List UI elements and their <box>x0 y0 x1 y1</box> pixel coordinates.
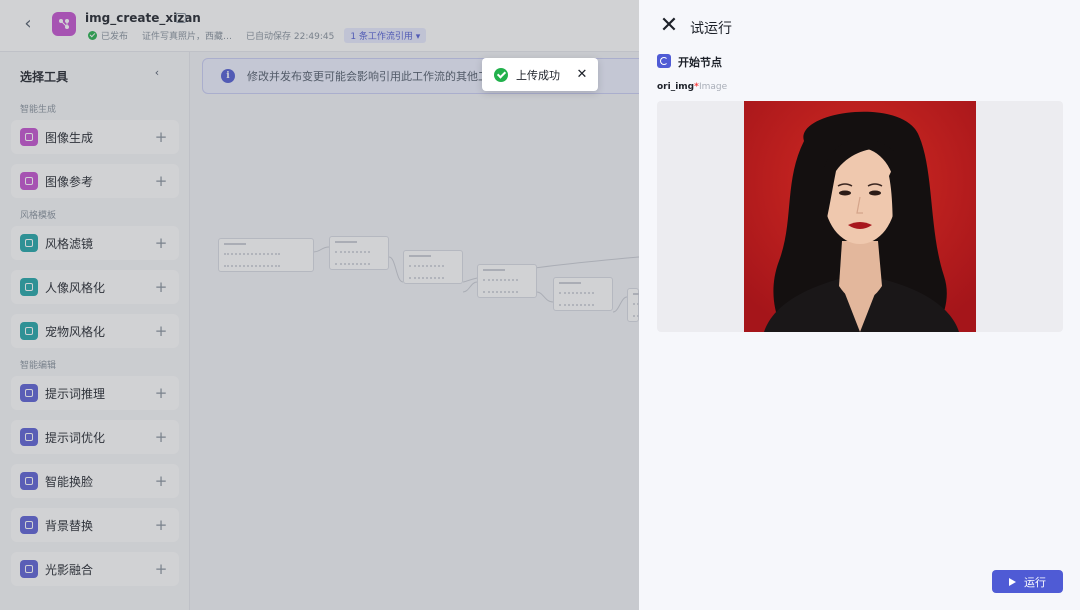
start-node-icon <box>657 54 671 68</box>
image-upload-preview[interactable] <box>657 101 1063 332</box>
close-icon[interactable]: ✕ <box>659 15 679 37</box>
modal-overlay[interactable] <box>0 0 639 610</box>
test-run-panel: ✕ 试运行 开始节点 ori_img* Image 运行 <box>639 0 1080 610</box>
panel-title: 试运行 <box>690 21 732 37</box>
play-icon <box>1009 577 1016 586</box>
start-node-label: 开始节点 <box>678 56 722 69</box>
run-button[interactable]: 运行 <box>992 570 1063 593</box>
field-type: Image <box>699 82 728 92</box>
toast-message: 上传成功 <box>516 68 560 82</box>
uploaded-portrait-image <box>744 101 976 332</box>
close-icon[interactable]: ✕ <box>575 67 589 82</box>
input-field-label: ori_img* <box>657 82 699 92</box>
run-button-label: 运行 <box>1024 575 1046 589</box>
success-check-icon <box>494 67 508 82</box>
field-name: ori_img <box>657 82 695 92</box>
upload-success-toast: 上传成功 ✕ <box>482 58 598 91</box>
